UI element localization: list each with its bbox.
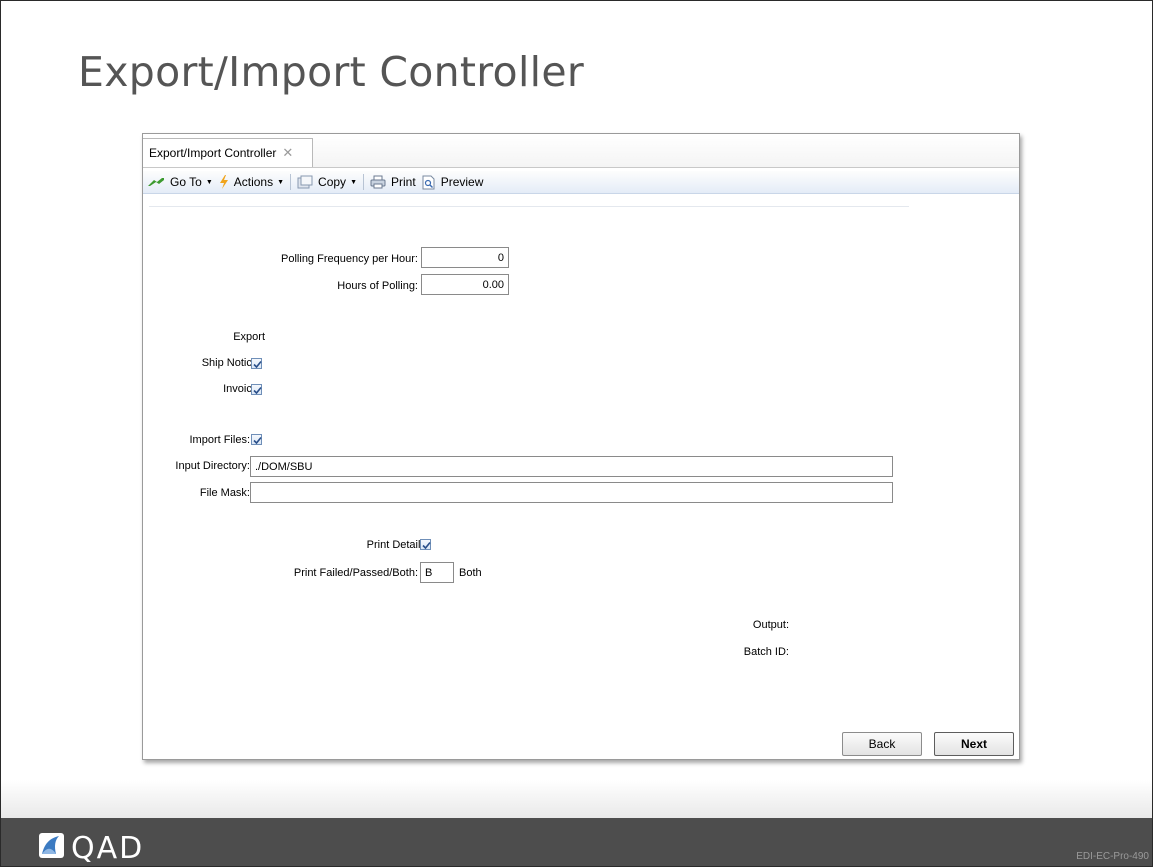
print-failed-passed-both-input[interactable] — [420, 562, 454, 583]
actions-label: Actions — [233, 175, 274, 189]
hours-of-polling-label: Hours of Polling: — [337, 280, 418, 292]
slide-title: Export/Import Controller — [78, 48, 585, 96]
toolbar-separator — [363, 174, 364, 190]
input-directory-label: Input Directory: — [175, 460, 250, 472]
footer-fade — [1, 780, 1152, 818]
copy-label: Copy — [318, 175, 347, 189]
polling-frequency-label: Polling Frequency per Hour: — [281, 253, 418, 265]
back-button[interactable]: Back — [842, 732, 922, 756]
qad-logo: QAD — [39, 831, 144, 864]
checkmark-icon — [253, 386, 262, 395]
tab-export-import-controller[interactable]: Export/Import Controller ✕ — [143, 138, 313, 167]
hours-of-polling-input[interactable] — [421, 274, 509, 295]
file-mask-field[interactable] — [250, 482, 893, 503]
toolbar: Go To ▼ Actions ▼ Copy ▼ Print Preview — [143, 171, 1019, 194]
preview-icon — [422, 175, 435, 189]
print-failed-passed-both-description: Both — [459, 567, 482, 579]
output-label: Output: — [752, 619, 789, 631]
preview-button[interactable]: Preview — [422, 175, 484, 190]
print-button[interactable]: Print — [370, 175, 416, 189]
copy-dropdown-arrow-icon: ▼ — [350, 178, 357, 186]
preview-label: Preview — [440, 175, 484, 189]
goto-label: Go To — [170, 175, 202, 189]
goto-dropdown-arrow-icon: ▼ — [205, 178, 213, 186]
svg-text:QAD: QAD — [71, 831, 144, 864]
file-mask-label: File Mask: — [199, 487, 250, 499]
toolbar-separator — [290, 174, 292, 190]
checkmark-icon — [253, 436, 262, 445]
invoice-checkbox[interactable] — [251, 384, 262, 395]
input-directory-field[interactable] — [250, 456, 893, 477]
goto-menu[interactable]: Go To ▼ — [147, 175, 213, 189]
import-files-checkbox[interactable] — [251, 434, 262, 445]
print-failed-passed-both-label: Print Failed/Passed/Both: — [293, 567, 418, 579]
batch-id-label: Batch ID: — [743, 646, 789, 658]
slide-code: EDI-EC-Pro-490 — [1076, 851, 1149, 862]
actions-menu[interactable]: Actions ▼ — [219, 175, 284, 189]
form-divider — [149, 206, 909, 207]
actions-dropdown-arrow-icon: ▼ — [277, 178, 285, 186]
polling-frequency-input[interactable] — [421, 247, 509, 268]
checkmark-icon — [253, 360, 262, 369]
checkmark-icon — [422, 541, 431, 550]
import-files-label: Import Files: — [189, 434, 250, 446]
tab-label: Export/Import Controller — [149, 146, 277, 160]
print-label: Print — [391, 175, 416, 189]
app-window: Export/Import Controller ✕ Go To ▼ Actio… — [142, 133, 1020, 760]
actions-lightning-icon — [219, 175, 228, 189]
printer-icon — [370, 175, 386, 189]
tab-bar: Export/Import Controller ✕ — [143, 134, 1019, 168]
footer-bar: QAD EDI-EC-Pro-490 — [1, 818, 1152, 866]
next-button[interactable]: Next — [934, 732, 1014, 756]
export-heading: Export — [233, 331, 265, 343]
close-icon[interactable]: ✕ — [282, 145, 293, 161]
goto-arrow-icon — [148, 178, 164, 186]
copy-menu[interactable]: Copy ▼ — [297, 175, 357, 189]
copy-icon — [297, 175, 313, 189]
print-details-checkbox[interactable] — [420, 539, 431, 550]
ship-notice-checkbox[interactable] — [251, 358, 262, 369]
